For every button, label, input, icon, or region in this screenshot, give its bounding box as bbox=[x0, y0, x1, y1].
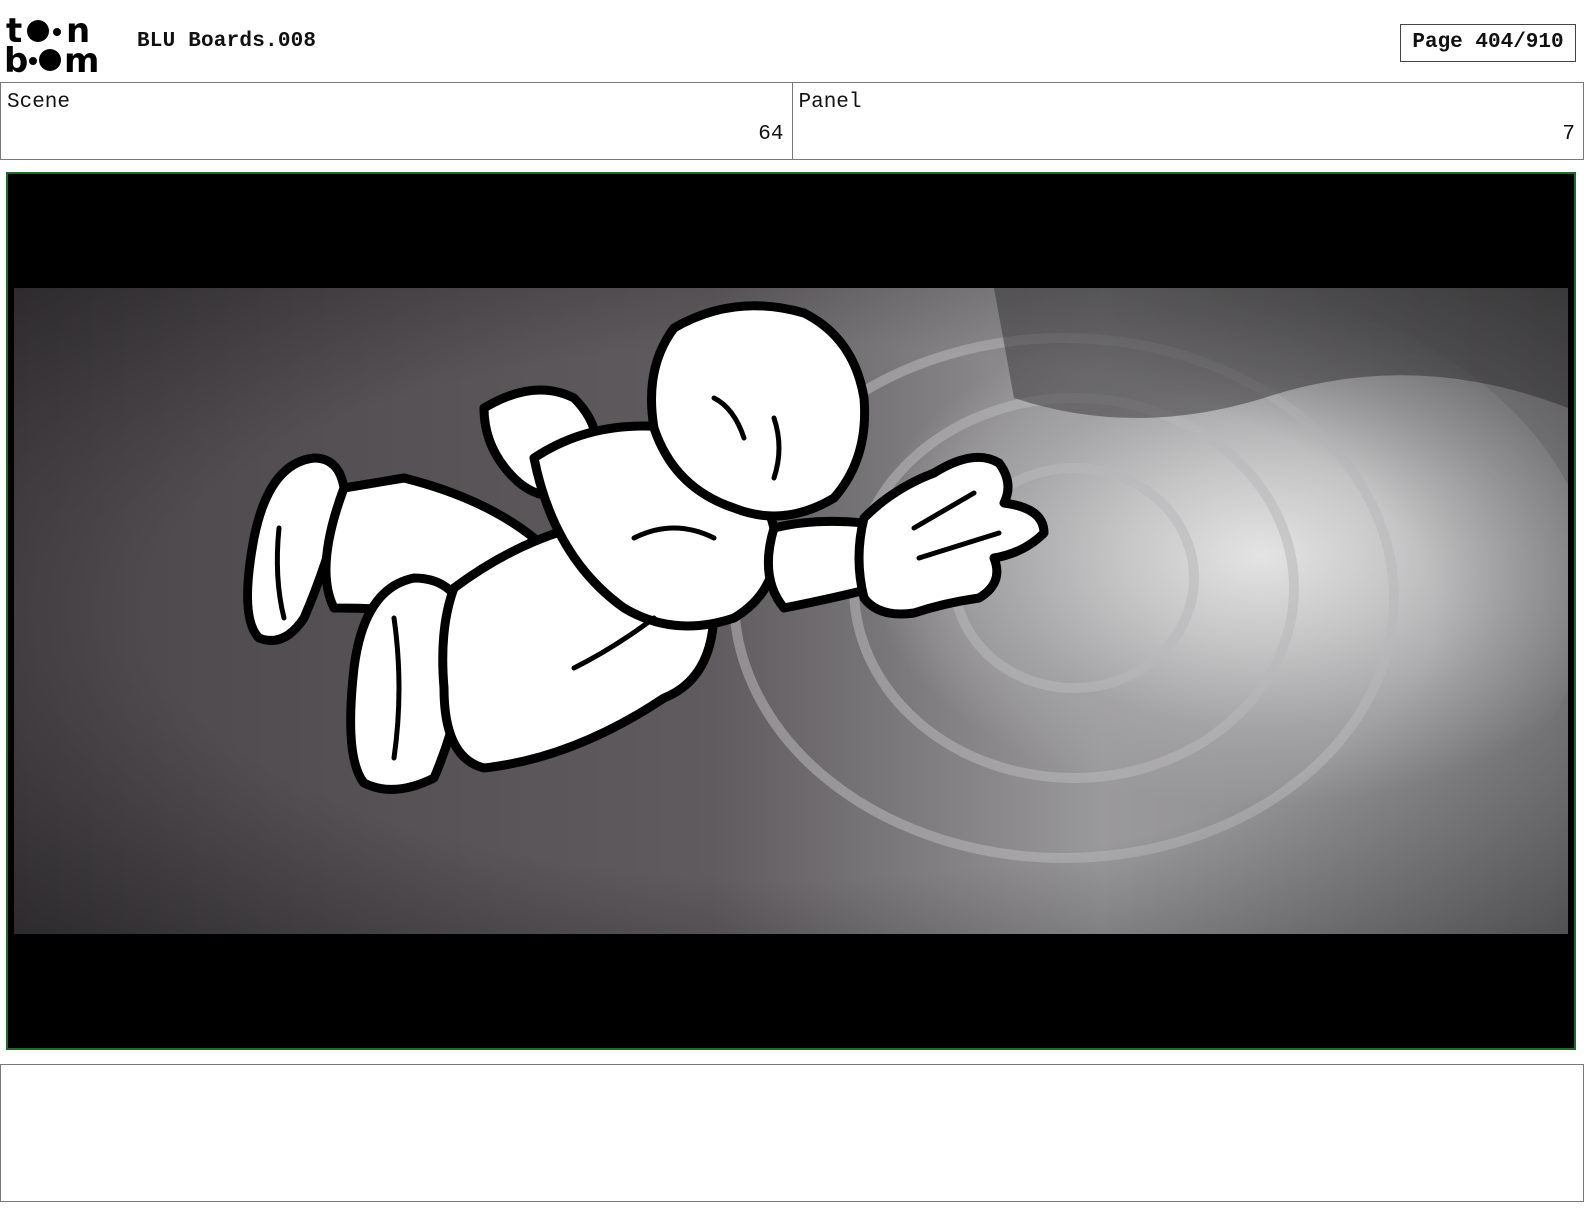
svg-text:m: m bbox=[64, 41, 99, 76]
scene-label: Scene bbox=[7, 91, 71, 114]
panel-label: Panel bbox=[798, 91, 862, 114]
scene-cell: Scene 64 bbox=[1, 83, 792, 159]
panel-value: 7 bbox=[1562, 123, 1575, 146]
document-title: BLU Boards.008 bbox=[137, 30, 317, 53]
svg-text:b: b bbox=[4, 41, 28, 76]
storyboard-panel bbox=[6, 172, 1576, 1050]
scene-value: 64 bbox=[758, 123, 784, 146]
toon-boom-logo: t n b m bbox=[4, 11, 116, 81]
panel-cell: Panel 7 bbox=[791, 83, 1584, 159]
panel-notes-box bbox=[0, 1064, 1584, 1202]
scene-panel-info: Scene 64 Panel 7 bbox=[0, 82, 1584, 160]
page-number: Page 404/910 bbox=[1400, 24, 1576, 62]
toon-boom-logo-mark: t n b m bbox=[4, 11, 99, 81]
panel-artwork bbox=[14, 288, 1568, 934]
